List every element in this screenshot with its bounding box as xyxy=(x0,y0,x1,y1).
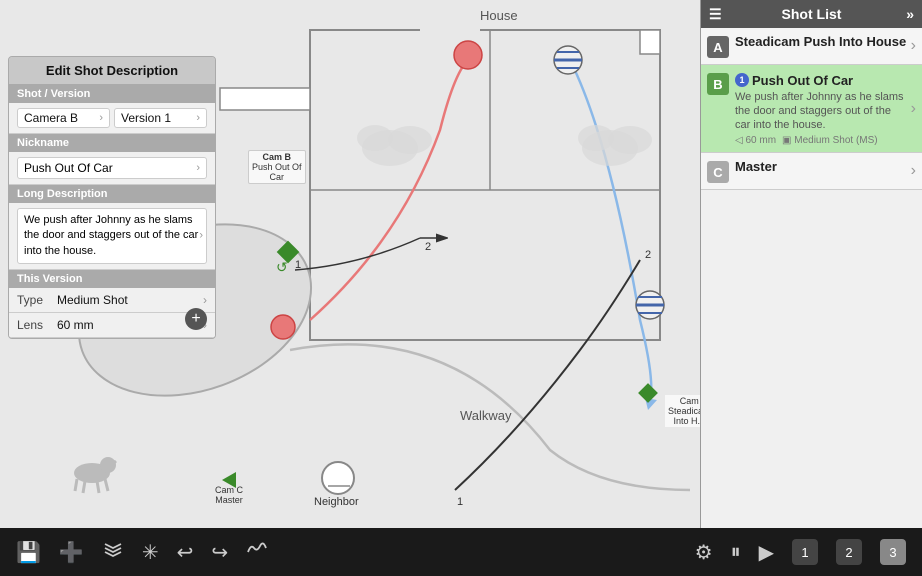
shot-list-title: Shot List xyxy=(782,6,842,22)
shot-letter-b: B xyxy=(707,73,729,95)
svg-text:2: 2 xyxy=(425,241,431,253)
toolbar-mid: ⚙ ⏸ ▶ 1 2 3 xyxy=(695,539,906,565)
shot-b-desc: We push after Johnny as he slams the doo… xyxy=(735,90,907,133)
shot-letter-c: C xyxy=(707,161,729,183)
svg-text:1: 1 xyxy=(457,496,463,508)
settings-icon[interactable]: ⚙ xyxy=(695,540,713,565)
cam-c-label: Cam CMaster xyxy=(215,485,243,505)
camera-selector[interactable]: Camera B › xyxy=(17,108,110,128)
layers-icon[interactable] xyxy=(102,538,124,566)
shot-b-expand[interactable]: › xyxy=(911,100,916,118)
type-label: Type xyxy=(17,293,57,307)
neighbor-label: Neighbor xyxy=(314,496,359,508)
shot-list-panel: ☰ Shot List » A Steadicam Push Into Hous… xyxy=(700,0,922,528)
walkway-label: Walkway xyxy=(460,408,512,423)
long-desc-label: Long Description xyxy=(9,185,215,203)
nickname-value: Push Out Of Car xyxy=(24,161,196,175)
this-version-label: This Version xyxy=(9,270,215,288)
shot-letter-a: A xyxy=(707,36,729,58)
shot-a-content: Steadicam Push Into House xyxy=(735,34,907,49)
asterisk-icon[interactable]: ✳ xyxy=(142,540,159,565)
cam-b-label: Cam BPush Out OfCar xyxy=(248,150,306,184)
nickname-label: Nickname xyxy=(9,134,215,152)
nickname-field-container: Push Out Of Car › xyxy=(9,152,215,185)
long-desc-text: We push after Johnny as he slams the doo… xyxy=(24,214,198,257)
shot-list-header: ☰ Shot List » xyxy=(701,0,922,28)
svg-text:2: 2 xyxy=(645,249,651,261)
squiggle-icon[interactable] xyxy=(246,538,268,566)
edit-panel: Edit Shot Description Shot / Version Cam… xyxy=(8,56,216,339)
shot-c-title: Master xyxy=(735,159,907,174)
shot-version-label: Shot / Version xyxy=(9,85,215,103)
add-icon[interactable]: ➕ xyxy=(59,540,84,565)
version-selector[interactable]: Version 1 › xyxy=(114,108,207,128)
pause-icon[interactable]: ⏸ xyxy=(731,541,741,564)
expand-icon[interactable]: » xyxy=(906,6,914,22)
svg-text:1: 1 xyxy=(295,259,301,271)
shot-item-c[interactable]: C Master › xyxy=(701,153,922,190)
shot-item-a[interactable]: A Steadicam Push Into House › xyxy=(701,28,922,65)
page-2-button[interactable]: 2 xyxy=(836,539,862,565)
list-icon: ☰ xyxy=(709,6,722,23)
camera-version-row[interactable]: Camera B › Version 1 › xyxy=(9,103,215,134)
shot-b-content: 1 Push Out Of Car We push after Johnny a… xyxy=(735,71,907,146)
type-row[interactable]: Type Medium Shot › xyxy=(9,288,215,313)
redo-icon[interactable]: ↪ xyxy=(211,540,228,565)
house-label: House xyxy=(480,8,518,23)
shot-item-b[interactable]: B 1 Push Out Of Car We push after Johnny… xyxy=(701,65,922,153)
save-icon[interactable]: 💾 xyxy=(16,540,41,565)
shot-a-expand[interactable]: › xyxy=(911,37,916,55)
lens-label: Lens xyxy=(17,318,57,332)
page-3-button[interactable]: 3 xyxy=(880,539,906,565)
shot-b-title-text: Push Out Of Car xyxy=(752,73,853,88)
shot-c-content: Master xyxy=(735,159,907,174)
svg-text:↺: ↺ xyxy=(276,259,288,275)
type-value[interactable]: Medium Shot › xyxy=(57,293,207,307)
steadicam-label: CamSteadicamInto H... xyxy=(665,395,700,427)
shot-b-meta: ◁ 60 mm ▣ Medium Shot (MS) xyxy=(735,135,907,146)
bottom-toolbar: 💾 ➕ ✳ ↩ ↪ ⚙ ⏸ ▶ 1 2 3 xyxy=(0,528,922,576)
edit-panel-header: Edit Shot Description xyxy=(9,57,215,85)
undo-icon[interactable]: ↩ xyxy=(177,540,194,565)
long-desc-container: We push after Johnny as he slams the doo… xyxy=(9,203,215,270)
toolbar-left: 💾 ➕ ✳ ↩ ↪ xyxy=(16,538,268,566)
shot-b-title: 1 Push Out Of Car xyxy=(735,71,907,88)
add-button[interactable]: + xyxy=(185,308,207,330)
shot-a-title: Steadicam Push Into House xyxy=(735,34,907,49)
page-1-button[interactable]: 1 xyxy=(792,539,818,565)
shot-c-expand[interactable]: › xyxy=(911,162,916,180)
play-icon[interactable]: ▶ xyxy=(759,540,774,565)
